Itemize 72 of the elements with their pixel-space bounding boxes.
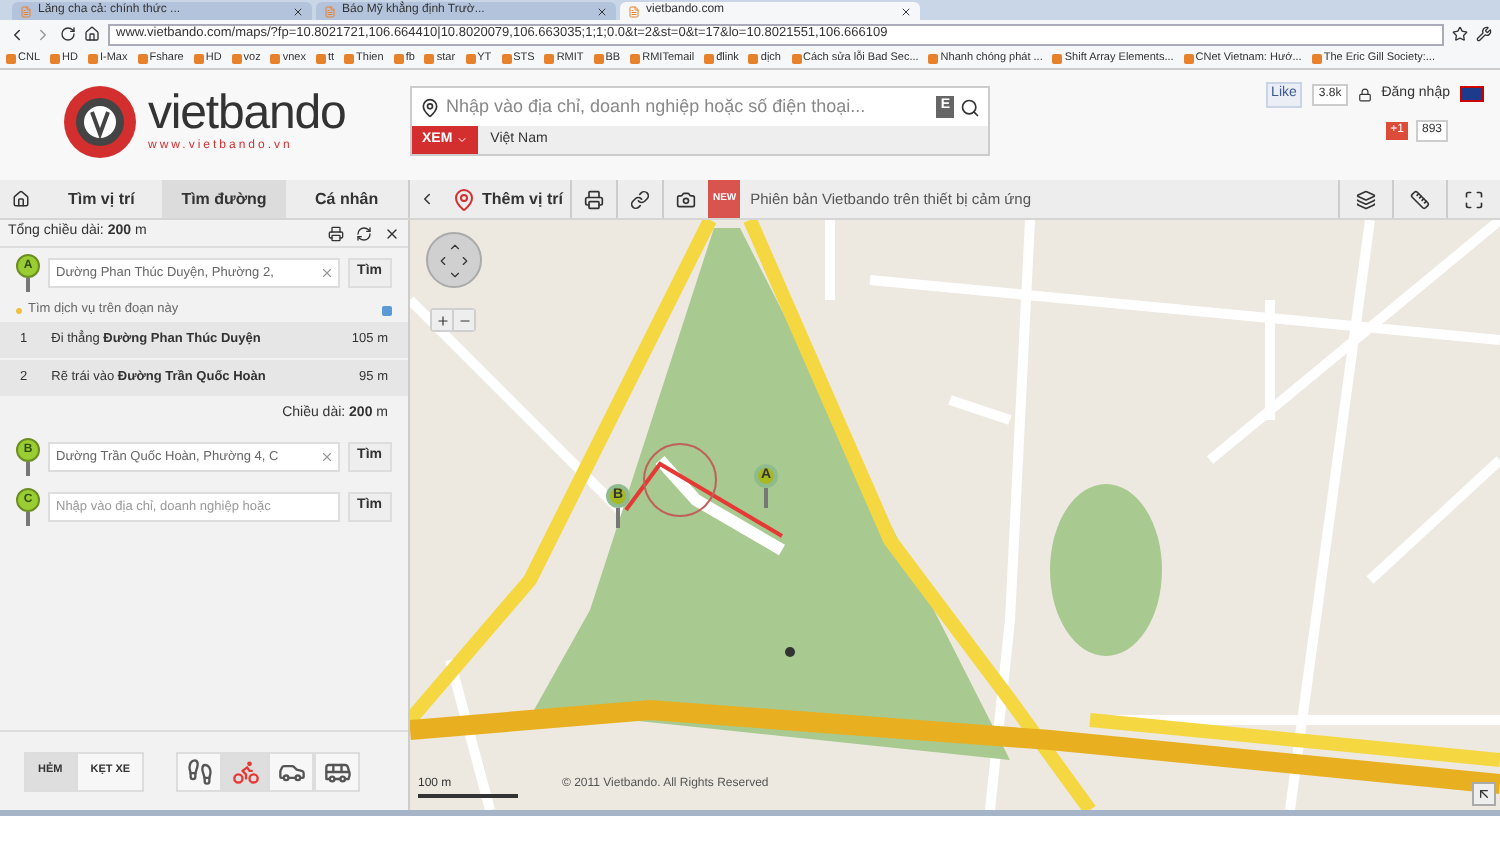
travel-mode-button[interactable] — [222, 751, 269, 791]
collapse-icon[interactable] — [418, 190, 436, 208]
close-icon[interactable] — [900, 5, 912, 17]
bookmark-icon — [791, 53, 801, 63]
back-icon[interactable] — [8, 25, 26, 43]
travel-mode-button[interactable] — [268, 751, 315, 791]
ruler-icon — [1410, 189, 1430, 209]
reload-icon[interactable] — [60, 26, 76, 42]
link-icon — [630, 189, 651, 209]
logo-icon — [60, 82, 140, 162]
bookmark-icon — [87, 53, 98, 63]
print-icon[interactable] — [328, 225, 344, 241]
reverse-icon[interactable] — [356, 225, 372, 241]
bookmark-icon — [704, 53, 715, 63]
bookmark-icon — [231, 53, 242, 63]
bookmark-icon — [1311, 53, 1322, 63]
location-icon[interactable] — [420, 97, 440, 117]
bookmark-icon — [544, 53, 555, 63]
search-icon[interactable] — [960, 97, 980, 117]
bookmark-icon — [593, 53, 604, 63]
zoom-out-button[interactable] — [454, 310, 474, 330]
fullscreen-icon — [1464, 189, 1484, 209]
add-location-button[interactable]: Thêm vị trí — [444, 180, 573, 218]
bookmark-icon — [344, 53, 355, 63]
bookmark-icon — [393, 53, 404, 63]
home-icon[interactable] — [84, 26, 100, 42]
pan-up-icon — [447, 239, 461, 253]
scale-bar — [418, 794, 518, 798]
bookmark-icon — [1052, 53, 1063, 63]
lock-icon — [1357, 87, 1372, 102]
wrench-icon[interactable] — [1476, 26, 1492, 42]
close-icon[interactable] — [596, 5, 608, 17]
pan-left-icon — [436, 253, 450, 267]
close-icon[interactable] — [292, 5, 304, 17]
star-icon[interactable] — [1452, 26, 1468, 42]
bookmark-icon — [630, 53, 641, 63]
bookmark-icon — [748, 53, 759, 63]
pan-right-icon — [458, 253, 472, 267]
flag-icon[interactable] — [1460, 86, 1484, 103]
print-icon — [584, 189, 605, 209]
bookmark-icon — [465, 53, 476, 63]
bookmark-icon — [270, 53, 281, 63]
bookmark-icon — [193, 53, 204, 63]
info-icon[interactable] — [382, 305, 392, 315]
bookmark-icon — [424, 53, 435, 63]
travel-mode-button[interactable] — [314, 751, 361, 791]
arrow-icon — [1476, 786, 1492, 802]
bookmark-icon — [137, 53, 148, 63]
nav-tab[interactable]: Tìm đường — [162, 180, 286, 218]
bookmark-icon — [315, 53, 326, 63]
corner-button[interactable] — [1472, 782, 1496, 806]
page-icon — [324, 5, 336, 17]
pin-icon — [452, 187, 476, 211]
bookmark-icon — [501, 53, 512, 63]
plus-icon — [435, 313, 449, 327]
bookmark-icon — [928, 53, 939, 63]
caret-icon — [456, 134, 469, 146]
bookmark-icon — [1183, 53, 1194, 63]
bullet-icon — [16, 307, 22, 313]
close-icon[interactable] — [384, 225, 400, 241]
scrollbar[interactable] — [0, 810, 1500, 816]
layers-icon — [1356, 189, 1376, 209]
page-icon — [628, 5, 640, 17]
bookmark-icon — [50, 53, 61, 63]
home-icon — [11, 190, 29, 208]
bookmark-icon — [6, 53, 16, 63]
camera-icon — [676, 189, 697, 209]
travel-mode-button[interactable] — [176, 751, 223, 791]
page-icon — [20, 5, 32, 17]
logo-text: vietbando — [148, 89, 346, 137]
zoom-in-button[interactable] — [432, 310, 452, 330]
pan-down-icon — [447, 267, 461, 281]
